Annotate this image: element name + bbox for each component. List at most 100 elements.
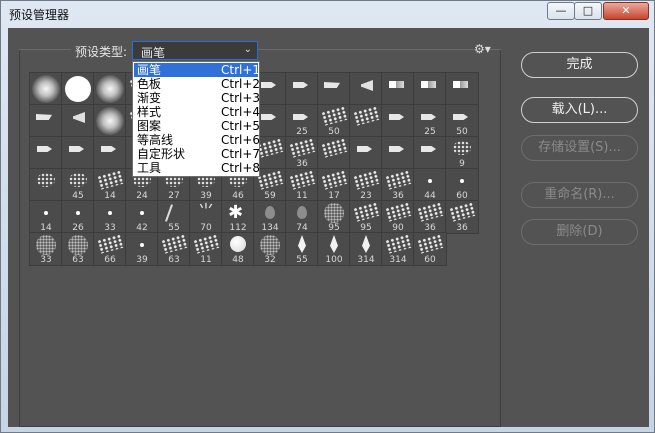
minimize-button[interactable]: — <box>547 2 575 20</box>
brush-swatch[interactable]: 39 <box>125 232 159 266</box>
dropdown-item[interactable]: 自定形状 Ctrl+7 <box>134 147 260 161</box>
brush-swatch[interactable] <box>349 72 383 106</box>
brush-swatch[interactable]: 63 <box>157 232 191 266</box>
maximize-button[interactable]: □ <box>574 2 602 20</box>
brush-size-label: 59 <box>264 191 276 201</box>
close-button[interactable]: ✕ <box>603 2 649 20</box>
brush-swatch[interactable] <box>93 72 127 106</box>
brush-tip-icon <box>69 146 84 152</box>
brush-size-label: 25 <box>424 127 436 137</box>
brush-swatch[interactable] <box>317 136 351 170</box>
dropdown-item[interactable]: 工具 Ctrl+8 <box>134 161 261 175</box>
brush-swatch[interactable] <box>29 136 63 170</box>
brush-swatch[interactable]: 36 <box>285 136 319 170</box>
brush-swatch[interactable] <box>285 72 319 106</box>
brush-swatch[interactable]: 11 <box>285 168 319 202</box>
brush-swatch[interactable]: 11 <box>189 232 223 266</box>
brush-swatch[interactable]: 95 <box>317 200 351 234</box>
brush-swatch[interactable]: 32 <box>253 232 287 266</box>
brush-tip-icon <box>320 170 348 190</box>
dropdown-item-shortcut: Ctrl+4 <box>221 105 261 119</box>
brush-tip-icon <box>164 204 174 222</box>
brush-swatch[interactable]: 42 <box>125 200 159 234</box>
preset-type-select[interactable]: 画笔 ⌄ <box>132 41 258 60</box>
brush-swatch[interactable]: 90 <box>381 200 415 234</box>
brush-swatch[interactable] <box>381 104 415 138</box>
brush-size-label: 55 <box>168 223 180 233</box>
brush-size-label: 55 <box>296 255 308 265</box>
dropdown-item[interactable]: 样式 Ctrl+4 <box>134 105 261 119</box>
brush-size-label: 50 <box>456 127 468 137</box>
brush-swatch[interactable]: 36 <box>413 200 447 234</box>
brush-swatch[interactable]: 55 <box>157 200 191 234</box>
dropdown-item[interactable]: 图案 Ctrl+5 <box>134 119 260 133</box>
brush-size-label: 95 <box>360 223 372 233</box>
brush-size-label: 36 <box>456 223 468 233</box>
brush-swatch[interactable]: 95 <box>349 200 383 234</box>
brush-swatch[interactable]: 55 <box>285 232 319 266</box>
brush-swatch[interactable] <box>413 136 447 170</box>
dropdown-item[interactable]: 等高线 Ctrl+6 <box>134 133 260 147</box>
brush-tip-icon <box>384 202 412 222</box>
brush-swatch[interactable]: 66 <box>93 232 127 266</box>
brush-swatch[interactable] <box>29 72 63 106</box>
brush-swatch[interactable] <box>93 104 127 138</box>
brush-swatch[interactable]: 60 <box>413 232 447 266</box>
brush-swatch[interactable]: 17 <box>317 168 351 202</box>
brush-swatch[interactable] <box>61 104 95 138</box>
brush-swatch[interactable]: 314 <box>349 232 383 266</box>
brush-swatch[interactable]: 74 <box>285 200 319 234</box>
brush-swatch[interactable] <box>413 72 447 106</box>
brush-swatch[interactable] <box>349 104 383 138</box>
brush-swatch[interactable] <box>29 104 63 138</box>
brush-swatch[interactable] <box>61 72 95 106</box>
gear-icon[interactable]: ⚙▾ <box>474 42 491 56</box>
brush-swatch[interactable]: 14 <box>93 168 127 202</box>
brush-swatch[interactable] <box>349 136 383 170</box>
brush-swatch[interactable]: 25 <box>285 104 319 138</box>
rename-button[interactable]: 重命名(R)... <box>521 182 638 208</box>
brush-swatch[interactable]: 50 <box>445 104 479 138</box>
brush-swatch[interactable] <box>317 72 351 106</box>
brush-swatch[interactable]: 45 <box>61 168 95 202</box>
brush-swatch[interactable]: 23 <box>349 168 383 202</box>
brush-swatch[interactable] <box>61 136 95 170</box>
done-button[interactable]: 完成 <box>521 52 638 78</box>
brush-swatch[interactable]: 9 <box>445 136 479 170</box>
brush-swatch[interactable]: 134 <box>253 200 287 234</box>
brush-tip-icon <box>416 202 444 222</box>
brush-swatch[interactable] <box>29 168 63 202</box>
dropdown-item[interactable]: 画笔 Ctrl+1 <box>134 63 260 77</box>
dropdown-item[interactable]: 渐变 Ctrl+3 <box>134 91 261 105</box>
dropdown-item[interactable]: 色板 Ctrl+2 <box>134 77 260 91</box>
brush-swatch[interactable]: 63 <box>61 232 95 266</box>
brush-swatch[interactable] <box>381 72 415 106</box>
brush-swatch[interactable]: 314 <box>381 232 415 266</box>
brush-swatch[interactable]: 100 <box>317 232 351 266</box>
brush-swatch[interactable] <box>381 136 415 170</box>
brush-swatch[interactable]: ✱ 112 <box>221 200 255 234</box>
dropdown-item-shortcut: Ctrl+3 <box>221 91 261 105</box>
save-settings-button[interactable]: 存储设置(S)... <box>521 135 638 161</box>
brush-swatch[interactable] <box>93 136 127 170</box>
brush-swatch[interactable]: 50 <box>317 104 351 138</box>
brush-swatch[interactable]: 48 <box>221 232 255 266</box>
load-button[interactable]: 载入(L)... <box>521 97 638 123</box>
brush-swatch[interactable]: 33 <box>93 200 127 234</box>
brush-swatch[interactable]: 33 <box>29 232 63 266</box>
brush-size-label: 11 <box>200 255 212 265</box>
brush-swatch[interactable]: ⺌ 70 <box>189 200 223 234</box>
dropdown-item-shortcut: Ctrl+8 <box>221 161 261 175</box>
dropdown-item-label: 等高线 <box>137 133 174 147</box>
brush-swatch[interactable]: 60 <box>445 168 479 202</box>
delete-button[interactable]: 删除(D) <box>521 219 638 245</box>
brush-swatch[interactable]: 26 <box>61 200 95 234</box>
brush-tip-icon <box>416 234 444 254</box>
brush-swatch[interactable]: 44 <box>413 168 447 202</box>
brush-swatch[interactable]: 36 <box>445 200 479 234</box>
brush-swatch[interactable]: 36 <box>381 168 415 202</box>
brush-swatch[interactable]: 25 <box>413 104 447 138</box>
brush-tip-icon <box>453 114 468 120</box>
brush-swatch[interactable] <box>445 72 479 106</box>
brush-swatch[interactable]: 14 <box>29 200 63 234</box>
